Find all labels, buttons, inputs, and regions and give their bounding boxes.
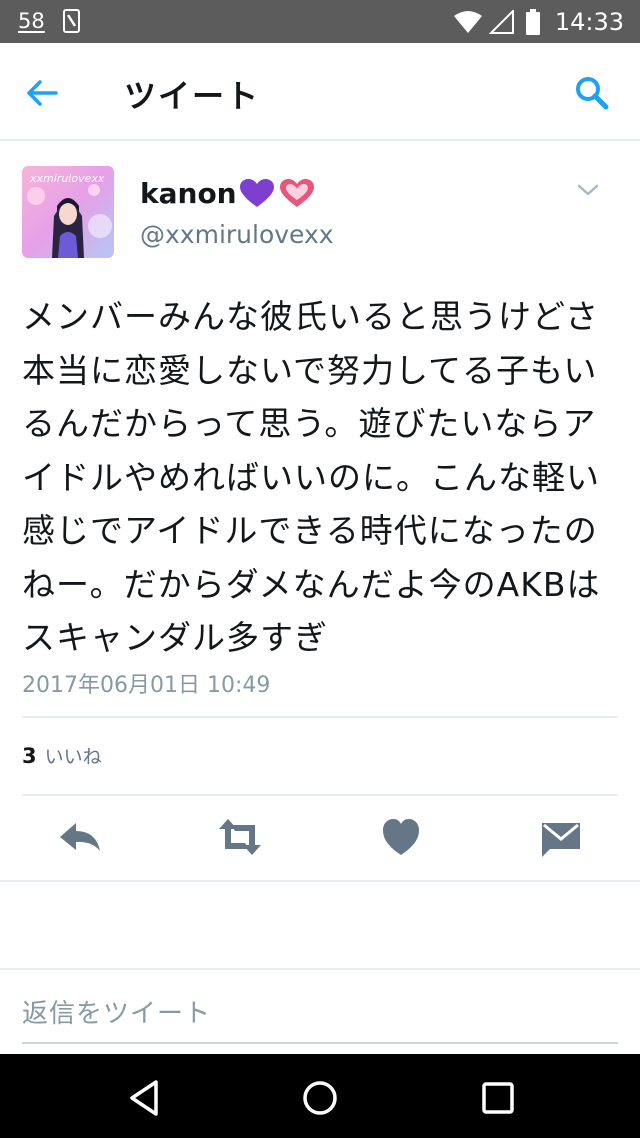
avatar[interactable]: xxmirulovexx	[22, 166, 114, 258]
system-back-button[interactable]	[124, 1076, 168, 1120]
signal-icon	[488, 8, 515, 34]
home-circle-icon	[298, 1081, 342, 1124]
clock: 14:33	[554, 8, 624, 36]
retweet-icon	[215, 819, 265, 863]
system-navigation-bar	[0, 1054, 640, 1138]
reply-button[interactable]	[56, 815, 106, 859]
likes-count-row[interactable]: 3 いいね	[22, 742, 102, 769]
status-bar: 58 14:33	[0, 0, 640, 43]
app-bar: ツイート	[0, 43, 640, 141]
back-triangle-icon	[124, 1080, 168, 1124]
like-icon	[376, 819, 426, 863]
arrow-left-icon	[22, 80, 62, 117]
message-icon	[536, 823, 586, 863]
wifi-icon	[453, 10, 483, 34]
divider	[0, 880, 640, 882]
more-options-button[interactable]	[576, 178, 600, 202]
reply-input[interactable]: 返信をツイート	[22, 993, 211, 1030]
reply-icon	[56, 823, 106, 863]
timestamp: 2017年06月01日 10:49	[22, 673, 271, 698]
retweet-button[interactable]	[215, 815, 265, 859]
divider	[22, 794, 618, 796]
search-button[interactable]	[572, 73, 612, 113]
purple-heart-icon	[239, 178, 275, 209]
battery-icon	[525, 9, 541, 35]
page-title: ツイート	[124, 77, 261, 115]
avatar-text: xxmirulovexx	[30, 172, 105, 185]
likes-count: 3	[22, 744, 37, 768]
notification-count: 58	[18, 9, 45, 33]
tweet-text: メンバーみんな彼氏いると思うけどさ本当に恋愛しないで努力してる子もいるんだからっ…	[22, 297, 601, 657]
back-button[interactable]	[22, 73, 62, 113]
username[interactable]: @xxmirulovexx	[140, 220, 334, 249]
likes-label: いいね	[44, 746, 102, 768]
pink-heart-icon	[279, 178, 315, 209]
search-icon	[572, 77, 612, 117]
recents-square-icon	[476, 1082, 520, 1124]
divider	[22, 716, 618, 718]
system-home-button[interactable]	[298, 1076, 342, 1120]
sim-icon	[62, 9, 80, 33]
display-name-row[interactable]: kanon	[140, 177, 315, 210]
like-button[interactable]	[376, 815, 426, 859]
divider	[0, 968, 640, 970]
system-recents-button[interactable]	[476, 1076, 520, 1120]
direct-message-button[interactable]	[536, 815, 586, 859]
display-name: kanon	[140, 177, 237, 210]
reply-input-underline	[22, 1042, 618, 1044]
chevron-down-icon	[576, 184, 600, 206]
